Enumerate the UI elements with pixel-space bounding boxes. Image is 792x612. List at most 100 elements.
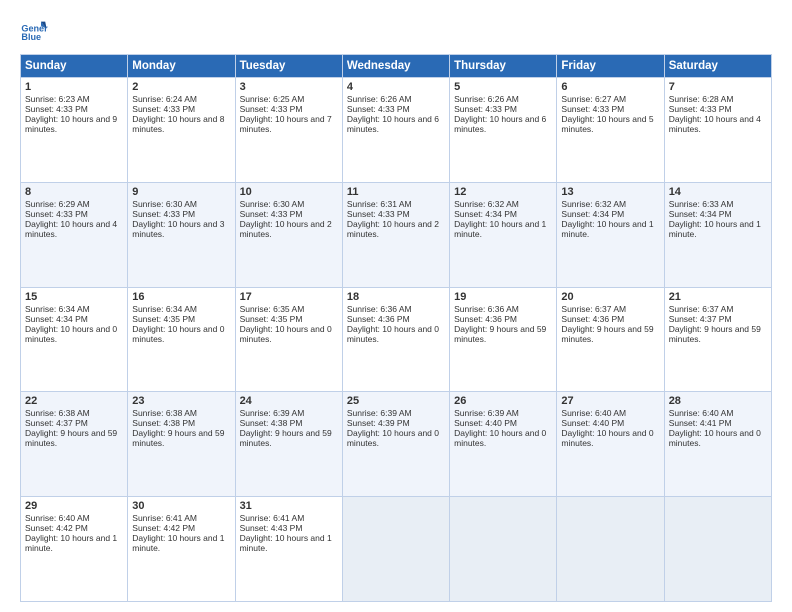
calendar-cell: 24 Sunrise: 6:39 AM Sunset: 4:38 PM Dayl… xyxy=(235,392,342,497)
calendar-cell: 14 Sunrise: 6:33 AM Sunset: 4:34 PM Dayl… xyxy=(664,182,771,287)
daylight-label: Daylight: 10 hours and 0 minutes. xyxy=(347,428,439,448)
day-number: 9 xyxy=(132,186,230,198)
daylight-label: Daylight: 10 hours and 4 minutes. xyxy=(669,114,761,134)
dow-header: Thursday xyxy=(450,55,557,78)
calendar-cell: 18 Sunrise: 6:36 AM Sunset: 4:36 PM Dayl… xyxy=(342,287,449,392)
daylight-label: Daylight: 9 hours and 59 minutes. xyxy=(132,428,224,448)
sunset-label: Sunset: 4:33 PM xyxy=(347,209,410,219)
dow-header: Saturday xyxy=(664,55,771,78)
sunrise-label: Sunrise: 6:37 AM xyxy=(669,304,734,314)
daylight-label: Daylight: 10 hours and 7 minutes. xyxy=(240,114,332,134)
sunrise-label: Sunrise: 6:30 AM xyxy=(132,199,197,209)
day-number: 5 xyxy=(454,81,552,93)
daylight-label: Daylight: 9 hours and 59 minutes. xyxy=(561,324,653,344)
sunrise-label: Sunrise: 6:40 AM xyxy=(25,513,90,523)
day-number: 26 xyxy=(454,395,552,407)
daylight-label: Daylight: 10 hours and 4 minutes. xyxy=(25,219,117,239)
daylight-label: Daylight: 10 hours and 2 minutes. xyxy=(240,219,332,239)
dow-header: Tuesday xyxy=(235,55,342,78)
day-number: 29 xyxy=(25,500,123,512)
sunset-label: Sunset: 4:33 PM xyxy=(240,104,303,114)
calendar-cell: 23 Sunrise: 6:38 AM Sunset: 4:38 PM Dayl… xyxy=(128,392,235,497)
day-number: 19 xyxy=(454,291,552,303)
day-number: 25 xyxy=(347,395,445,407)
day-number: 3 xyxy=(240,81,338,93)
sunset-label: Sunset: 4:34 PM xyxy=(561,209,624,219)
daylight-label: Daylight: 10 hours and 2 minutes. xyxy=(347,219,439,239)
sunset-label: Sunset: 4:36 PM xyxy=(561,314,624,324)
sunrise-label: Sunrise: 6:27 AM xyxy=(561,94,626,104)
day-number: 13 xyxy=(561,186,659,198)
calendar-cell: 9 Sunrise: 6:30 AM Sunset: 4:33 PM Dayli… xyxy=(128,182,235,287)
sunrise-label: Sunrise: 6:37 AM xyxy=(561,304,626,314)
sunrise-label: Sunrise: 6:41 AM xyxy=(240,513,305,523)
calendar-cell: 8 Sunrise: 6:29 AM Sunset: 4:33 PM Dayli… xyxy=(21,182,128,287)
sunrise-label: Sunrise: 6:35 AM xyxy=(240,304,305,314)
day-number: 16 xyxy=(132,291,230,303)
day-number: 6 xyxy=(561,81,659,93)
daylight-label: Daylight: 10 hours and 9 minutes. xyxy=(25,114,117,134)
sunset-label: Sunset: 4:33 PM xyxy=(669,104,732,114)
day-number: 20 xyxy=(561,291,659,303)
calendar-cell: 28 Sunrise: 6:40 AM Sunset: 4:41 PM Dayl… xyxy=(664,392,771,497)
daylight-label: Daylight: 10 hours and 1 minute. xyxy=(454,219,546,239)
day-number: 4 xyxy=(347,81,445,93)
day-number: 14 xyxy=(669,186,767,198)
sunset-label: Sunset: 4:36 PM xyxy=(347,314,410,324)
sunrise-label: Sunrise: 6:34 AM xyxy=(25,304,90,314)
sunrise-label: Sunrise: 6:40 AM xyxy=(561,408,626,418)
day-number: 2 xyxy=(132,81,230,93)
daylight-label: Daylight: 10 hours and 1 minute. xyxy=(561,219,653,239)
sunset-label: Sunset: 4:38 PM xyxy=(132,418,195,428)
calendar-cell: 13 Sunrise: 6:32 AM Sunset: 4:34 PM Dayl… xyxy=(557,182,664,287)
day-number: 12 xyxy=(454,186,552,198)
calendar-cell: 2 Sunrise: 6:24 AM Sunset: 4:33 PM Dayli… xyxy=(128,78,235,183)
calendar-cell xyxy=(450,497,557,602)
calendar-cell: 11 Sunrise: 6:31 AM Sunset: 4:33 PM Dayl… xyxy=(342,182,449,287)
sunset-label: Sunset: 4:33 PM xyxy=(132,209,195,219)
sunrise-label: Sunrise: 6:30 AM xyxy=(240,199,305,209)
sunset-label: Sunset: 4:34 PM xyxy=(25,314,88,324)
calendar-cell: 6 Sunrise: 6:27 AM Sunset: 4:33 PM Dayli… xyxy=(557,78,664,183)
calendar-cell xyxy=(342,497,449,602)
dow-header: Sunday xyxy=(21,55,128,78)
day-number: 15 xyxy=(25,291,123,303)
sunset-label: Sunset: 4:35 PM xyxy=(132,314,195,324)
day-number: 28 xyxy=(669,395,767,407)
sunrise-label: Sunrise: 6:40 AM xyxy=(669,408,734,418)
sunrise-label: Sunrise: 6:39 AM xyxy=(347,408,412,418)
calendar-cell: 26 Sunrise: 6:39 AM Sunset: 4:40 PM Dayl… xyxy=(450,392,557,497)
calendar-cell: 25 Sunrise: 6:39 AM Sunset: 4:39 PM Dayl… xyxy=(342,392,449,497)
calendar-table: SundayMondayTuesdayWednesdayThursdayFrid… xyxy=(20,54,772,602)
daylight-label: Daylight: 9 hours and 59 minutes. xyxy=(240,428,332,448)
sunrise-label: Sunrise: 6:32 AM xyxy=(561,199,626,209)
logo: General Blue xyxy=(20,16,48,44)
sunrise-label: Sunrise: 6:38 AM xyxy=(132,408,197,418)
sunset-label: Sunset: 4:39 PM xyxy=(347,418,410,428)
calendar-cell: 7 Sunrise: 6:28 AM Sunset: 4:33 PM Dayli… xyxy=(664,78,771,183)
sunrise-label: Sunrise: 6:38 AM xyxy=(25,408,90,418)
day-number: 18 xyxy=(347,291,445,303)
day-number: 27 xyxy=(561,395,659,407)
sunset-label: Sunset: 4:35 PM xyxy=(240,314,303,324)
sunset-label: Sunset: 4:42 PM xyxy=(25,523,88,533)
sunset-label: Sunset: 4:33 PM xyxy=(347,104,410,114)
calendar-cell: 21 Sunrise: 6:37 AM Sunset: 4:37 PM Dayl… xyxy=(664,287,771,392)
sunset-label: Sunset: 4:40 PM xyxy=(454,418,517,428)
daylight-label: Daylight: 10 hours and 0 minutes. xyxy=(25,324,117,344)
daylight-label: Daylight: 10 hours and 0 minutes. xyxy=(669,428,761,448)
calendar-cell: 5 Sunrise: 6:26 AM Sunset: 4:33 PM Dayli… xyxy=(450,78,557,183)
calendar-cell: 15 Sunrise: 6:34 AM Sunset: 4:34 PM Dayl… xyxy=(21,287,128,392)
calendar-cell: 22 Sunrise: 6:38 AM Sunset: 4:37 PM Dayl… xyxy=(21,392,128,497)
sunrise-label: Sunrise: 6:31 AM xyxy=(347,199,412,209)
calendar-cell: 4 Sunrise: 6:26 AM Sunset: 4:33 PM Dayli… xyxy=(342,78,449,183)
sunrise-label: Sunrise: 6:32 AM xyxy=(454,199,519,209)
day-number: 11 xyxy=(347,186,445,198)
daylight-label: Daylight: 10 hours and 3 minutes. xyxy=(132,219,224,239)
day-number: 8 xyxy=(25,186,123,198)
sunset-label: Sunset: 4:33 PM xyxy=(132,104,195,114)
calendar-cell: 1 Sunrise: 6:23 AM Sunset: 4:33 PM Dayli… xyxy=(21,78,128,183)
calendar-cell xyxy=(557,497,664,602)
sunset-label: Sunset: 4:33 PM xyxy=(561,104,624,114)
calendar-cell: 27 Sunrise: 6:40 AM Sunset: 4:40 PM Dayl… xyxy=(557,392,664,497)
